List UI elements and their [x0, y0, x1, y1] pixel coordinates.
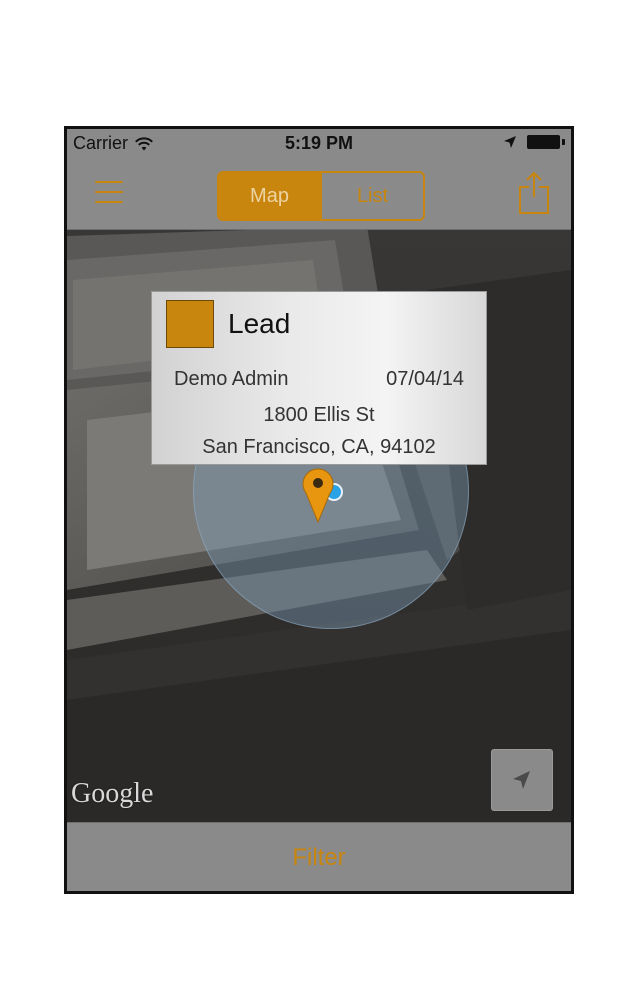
locate-me-button[interactable]	[491, 749, 553, 811]
menu-button[interactable]	[95, 179, 125, 205]
callout-title: Lead	[228, 308, 291, 339]
phone-screen: Carrier 5:19 PM Map List Lead Demo Admin…	[64, 126, 574, 894]
status-bar: Carrier 5:19 PM	[67, 129, 571, 161]
battery-icon	[527, 135, 565, 149]
callout-date: 07/04/14	[386, 368, 464, 390]
nav-bar: Map List	[67, 161, 571, 230]
callout-owner: Demo Admin	[174, 368, 289, 390]
view-segmented-control: Map List	[217, 171, 425, 221]
status-time: 5:19 PM	[284, 133, 354, 153]
tab-map[interactable]: Map	[219, 173, 320, 219]
bottom-toolbar: Filter	[67, 822, 571, 891]
lead-callout[interactable]: Lead Demo Admin 07/04/14 1800 Ellis St S…	[151, 291, 487, 465]
lead-color-swatch	[166, 300, 214, 348]
tab-list[interactable]: List	[320, 173, 423, 219]
map-view[interactable]: Lead Demo Admin 07/04/14 1800 Ellis St S…	[67, 230, 571, 822]
callout-city: San Francisco, CA, 94102	[202, 436, 436, 458]
share-icon	[519, 171, 549, 214]
location-arrow-icon	[513, 771, 530, 789]
share-button[interactable]	[517, 169, 551, 215]
callout-street: 1800 Ellis St	[263, 404, 375, 426]
map-pin-icon[interactable]	[301, 467, 335, 523]
status-right	[503, 135, 565, 149]
filter-button[interactable]: Filter	[262, 834, 375, 882]
google-logo: Google	[71, 778, 154, 809]
location-arrow-icon	[504, 136, 516, 148]
